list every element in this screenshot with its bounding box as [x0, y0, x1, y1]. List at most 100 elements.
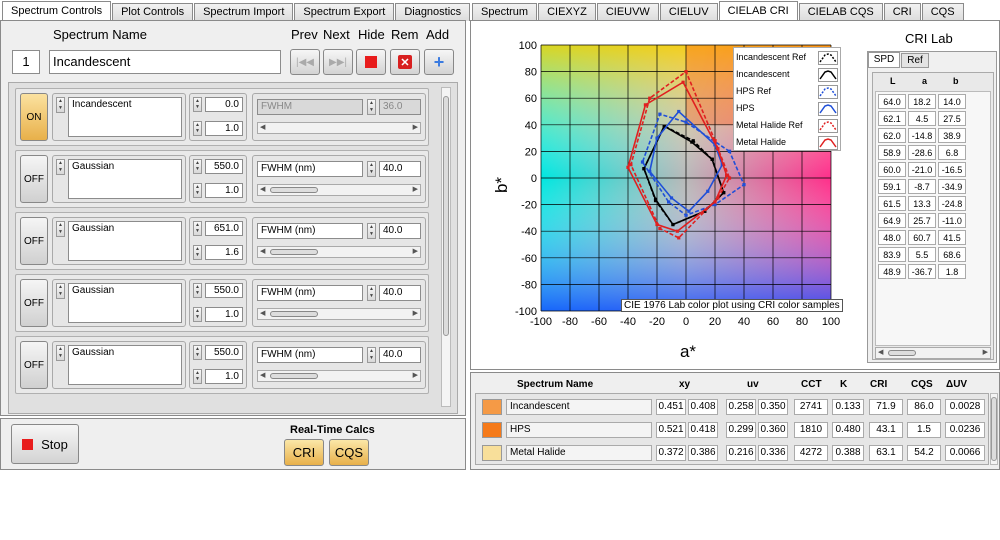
width-label-field[interactable]: FWHM	[257, 99, 363, 115]
width-value-field[interactable]: 36.0	[379, 99, 421, 115]
width-stepper[interactable]: ▲ ▼	[367, 161, 376, 177]
value1-stepper[interactable]: ▲ ▼	[193, 97, 202, 112]
tab-spd[interactable]: SPD	[868, 52, 900, 68]
tab-cielab-cqs[interactable]: CIELAB CQS	[798, 3, 883, 21]
cri-lab-cell[interactable]: -34.9	[938, 179, 966, 194]
value1-stepper[interactable]: ▲ ▼	[193, 345, 202, 360]
value2-stepper[interactable]: ▲ ▼	[193, 369, 202, 384]
hide-button[interactable]	[356, 49, 386, 75]
cri-lab-cell[interactable]: 48.9	[878, 264, 906, 279]
center-value-field[interactable]: 651.0	[205, 221, 243, 236]
prev-button[interactable]: |◀◀	[290, 49, 320, 75]
summary-scroll-thumb[interactable]	[991, 397, 997, 461]
spectrum-color-swatch[interactable]	[482, 399, 502, 415]
shape-type-field[interactable]: Gaussian	[68, 283, 182, 323]
cri-lab-cell[interactable]: -8.7	[908, 179, 936, 194]
tab-ciexyz[interactable]: CIEXYZ	[538, 3, 596, 21]
width-label-field[interactable]: FWHM (nm)	[257, 161, 363, 177]
shape-type-field[interactable]: Gaussian	[68, 221, 182, 261]
width-value-field[interactable]: 40.0	[379, 223, 421, 239]
cri-lab-cell[interactable]: -21.0	[908, 162, 936, 177]
tab-cielab-cri[interactable]: CIELAB CRI	[718, 1, 798, 21]
cri-lab-cell[interactable]: 59.1	[878, 179, 906, 194]
amplitude-value-field[interactable]: 1.0	[205, 369, 243, 384]
cqs-calc-button[interactable]: CQS	[329, 439, 369, 466]
center-value-field[interactable]: 550.0	[205, 159, 243, 174]
cri-lab-cell[interactable]: 64.0	[878, 94, 906, 109]
cri-lab-cell[interactable]: 68.6	[938, 247, 966, 262]
width-stepper[interactable]: ▲ ▼	[367, 347, 376, 363]
spectrum-index-field[interactable]: 1	[12, 50, 40, 74]
value1-stepper[interactable]: ▲ ▼	[193, 221, 202, 236]
width-scroll-thumb[interactable]	[270, 187, 318, 193]
width-scroll-thumb[interactable]	[270, 249, 318, 255]
shape-stepper[interactable]: ▲ ▼	[56, 345, 65, 361]
width-label-field[interactable]: FWHM (nm)	[257, 347, 363, 363]
width-label-field[interactable]: FWHM (nm)	[257, 223, 363, 239]
cri-lab-cell[interactable]: -24.8	[938, 196, 966, 211]
value2-stepper[interactable]: ▲ ▼	[193, 307, 202, 322]
tab-spectrum-controls[interactable]: Spectrum Controls	[2, 1, 112, 21]
shape-type-field[interactable]: Gaussian	[68, 345, 182, 385]
amplitude-value-field[interactable]: 1.0	[205, 183, 243, 198]
shape-stepper[interactable]: ▲ ▼	[56, 221, 65, 237]
tab-cieuvw[interactable]: CIEUVW	[596, 3, 659, 21]
value2-stepper[interactable]: ▲ ▼	[193, 245, 202, 260]
center-value-field[interactable]: 550.0	[205, 283, 243, 298]
cri-lab-cell[interactable]: -28.6	[908, 145, 936, 160]
add-button[interactable]: +	[424, 49, 454, 75]
center-value-field[interactable]: 550.0	[205, 345, 243, 360]
cri-lab-cell[interactable]: 14.0	[938, 94, 966, 109]
cri-lab-cell[interactable]: 6.8	[938, 145, 966, 160]
width-stepper[interactable]: ▲ ▼	[367, 223, 376, 239]
tab-spectrum[interactable]: Spectrum	[472, 3, 538, 21]
shape-stepper[interactable]: ▲ ▼	[56, 97, 65, 113]
shape-stepper[interactable]: ▲ ▼	[56, 283, 65, 299]
width-hscrollbar[interactable]: ◀ ▶	[257, 122, 421, 134]
cri-lab-cell[interactable]: 41.5	[938, 230, 966, 245]
cri-lab-cell[interactable]: 62.1	[878, 111, 906, 126]
cri-lab-cell[interactable]: 18.2	[908, 94, 936, 109]
width-label-field[interactable]: FWHM (nm)	[257, 285, 363, 301]
value1-stepper[interactable]: ▲ ▼	[193, 159, 202, 174]
spectrum-color-swatch[interactable]	[482, 422, 502, 438]
amplitude-value-field[interactable]: 1.0	[205, 121, 243, 136]
cri-lab-cell[interactable]: 60.7	[908, 230, 936, 245]
tab-ref[interactable]: Ref	[901, 53, 929, 68]
summary-vertical-scrollbar[interactable]	[990, 393, 998, 465]
cri-lab-cell[interactable]: 4.5	[908, 111, 936, 126]
cri-calc-button[interactable]: CRI	[284, 439, 324, 466]
cri-lab-cell[interactable]: 1.8	[938, 264, 966, 279]
stop-button[interactable]: Stop	[11, 424, 79, 464]
cri-lab-cell[interactable]: 5.5	[908, 247, 936, 262]
width-stepper[interactable]: ▲ ▼	[367, 285, 376, 301]
tab-plot-controls[interactable]: Plot Controls	[112, 3, 194, 21]
shape-type-field[interactable]: Gaussian	[68, 159, 182, 199]
cri-lab-cell[interactable]: 27.5	[938, 111, 966, 126]
value1-stepper[interactable]: ▲ ▼	[193, 283, 202, 298]
on-off-toggle[interactable]: OFF	[20, 217, 48, 265]
width-scroll-thumb[interactable]	[270, 311, 318, 317]
width-hscrollbar[interactable]: ◀ ▶	[257, 184, 421, 196]
width-stepper[interactable]: ▲ ▼	[367, 99, 376, 115]
width-value-field[interactable]: 40.0	[379, 161, 421, 177]
cri-lab-cell[interactable]: -36.7	[908, 264, 936, 279]
cri-lab-cell[interactable]: 38.9	[938, 128, 966, 143]
amplitude-value-field[interactable]: 1.0	[205, 307, 243, 322]
value2-stepper[interactable]: ▲ ▼	[193, 183, 202, 198]
list-vertical-scrollbar[interactable]	[441, 87, 451, 407]
shape-type-field[interactable]: Incandescent	[68, 97, 182, 137]
spectrum-name-input[interactable]: Incandescent	[49, 50, 281, 74]
cri-lab-scroll-thumb[interactable]	[888, 350, 916, 356]
tab-spectrum-import[interactable]: Spectrum Import	[194, 3, 294, 21]
cri-lab-cell[interactable]: 62.0	[878, 128, 906, 143]
width-scroll-thumb[interactable]	[270, 373, 318, 379]
on-off-toggle[interactable]: OFF	[20, 279, 48, 327]
cri-lab-cell[interactable]: -16.5	[938, 162, 966, 177]
width-value-field[interactable]: 40.0	[379, 285, 421, 301]
tab-diagnostics[interactable]: Diagnostics	[395, 3, 471, 21]
next-button[interactable]: ▶▶|	[323, 49, 353, 75]
tab-cieluv[interactable]: CIELUV	[659, 3, 718, 21]
width-hscrollbar[interactable]: ◀ ▶	[257, 308, 421, 320]
width-hscrollbar[interactable]: ◀ ▶	[257, 246, 421, 258]
